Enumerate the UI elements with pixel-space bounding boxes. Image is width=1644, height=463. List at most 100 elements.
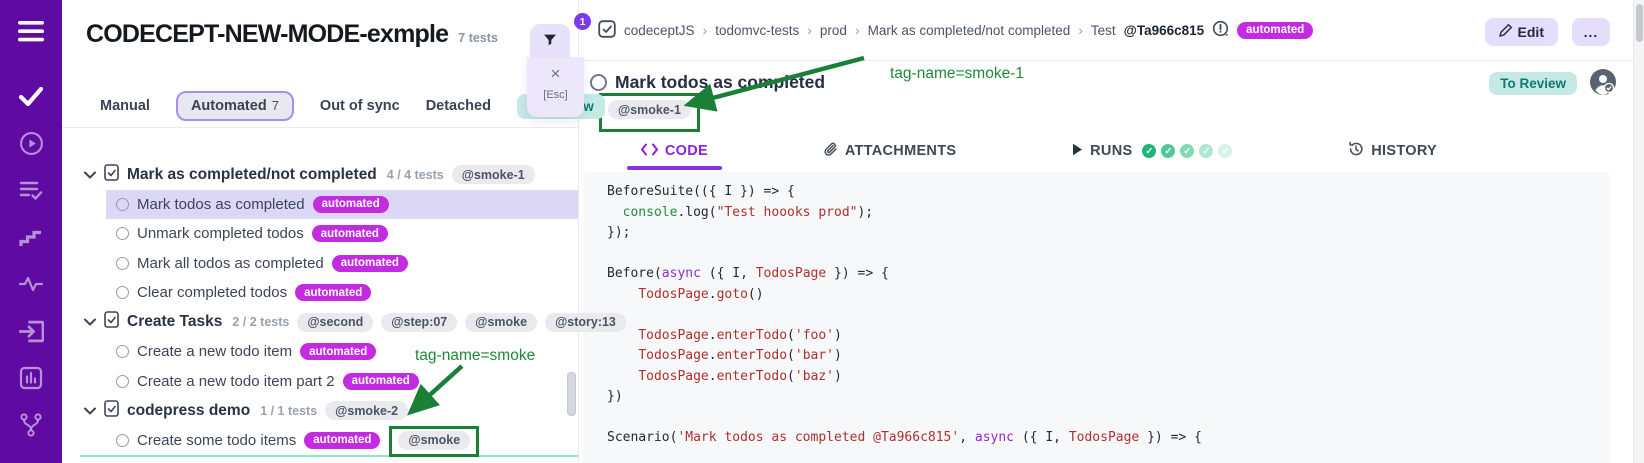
- suite-test-count: 4 / 4 tests: [387, 168, 444, 182]
- test-tags: @smoke-1: [608, 100, 691, 119]
- pulse-icon[interactable]: [16, 269, 46, 299]
- test-row[interactable]: Mark todos as completed automated: [106, 190, 578, 220]
- test-type-tabs: Manual Automated7 Out of sync Detached T…: [100, 88, 578, 124]
- test-title: Create some todo items: [137, 432, 296, 449]
- tag-badge[interactable]: @smoke: [398, 431, 470, 450]
- test-row[interactable]: Create some todo itemsautomated@smoke: [106, 426, 578, 456]
- breadcrumb-item[interactable]: codeceptJS: [624, 23, 695, 38]
- test-row[interactable]: Clear completed todosautomated: [106, 278, 578, 308]
- automated-badge: automated: [295, 284, 371, 301]
- tag-badge[interactable]: @smoke: [465, 313, 537, 332]
- tab-manual[interactable]: Manual: [100, 98, 150, 114]
- analytics-icon[interactable]: [16, 363, 46, 393]
- steps-icon[interactable]: [16, 222, 46, 252]
- suite-title: codepress demo: [127, 402, 250, 420]
- breadcrumb-item[interactable]: Test: [1091, 23, 1116, 38]
- test-circle-icon: [116, 345, 129, 358]
- tab-out-of-sync[interactable]: Out of sync: [320, 98, 400, 114]
- test-detail-panel: codeceptJS›todomvc-tests›prod›Mark as co…: [578, 0, 1644, 463]
- tag-smoke-1[interactable]: @smoke-1: [608, 100, 691, 119]
- code-line: TodosPage.goto(): [607, 285, 1610, 306]
- chevron-down-icon[interactable]: [84, 402, 96, 420]
- breadcrumb-item[interactable]: Mark as completed/not completed: [868, 23, 1071, 38]
- code-line: Before(async ({ I, TodosPage }) => {: [607, 264, 1610, 285]
- page-scrollbar-thumb[interactable]: [1636, 4, 1643, 42]
- code-token: });: [607, 225, 630, 240]
- test-status-circle-icon: [590, 74, 607, 91]
- code-token: ): [834, 328, 842, 343]
- edit-button[interactable]: Edit: [1485, 18, 1558, 46]
- assignee-avatar[interactable]: [1590, 69, 1616, 95]
- annotation-tag-name-smoke-1: tag-name=smoke-1: [890, 65, 1024, 83]
- tab-history[interactable]: HISTORY: [1348, 141, 1437, 161]
- code-line: TodosPage.enterTodo('foo'): [607, 326, 1610, 347]
- tab-attachments[interactable]: ATTACHMENTS: [824, 141, 957, 162]
- automated-badge: automated: [332, 255, 408, 272]
- code-token: console: [623, 205, 678, 220]
- code-line: [607, 305, 1610, 326]
- tests-check-icon[interactable]: [16, 81, 46, 111]
- project-header: CODECEPT-NEW-MODE-exmple7 tests: [62, 0, 578, 49]
- tab-detached[interactable]: Detached: [426, 98, 491, 114]
- tag-badge[interactable]: @smoke-1: [452, 165, 535, 184]
- tab-code[interactable]: CODE: [641, 143, 708, 160]
- sidebar: [0, 0, 62, 463]
- test-row[interactable]: Unmark completed todosautomated: [106, 219, 578, 249]
- code-line: BeforeSuite(({ I }) => {: [607, 182, 1610, 203]
- tag-badge[interactable]: @story:13: [545, 313, 626, 332]
- breadcrumb-separator: ›: [807, 22, 812, 38]
- tag-badge[interactable]: @step:07: [381, 313, 457, 332]
- more-actions-button[interactable]: ...: [1572, 18, 1610, 46]
- test-circle-icon: [116, 286, 129, 299]
- check-square-icon: [598, 20, 616, 41]
- tab-label: ATTACHMENTS: [845, 143, 957, 159]
- tab-automated[interactable]: Automated7: [176, 91, 294, 121]
- tag-badge[interactable]: @second: [297, 313, 373, 332]
- test-plans-icon[interactable]: [16, 175, 46, 205]
- run-status-dots: ✓✓✓✓✓: [1142, 144, 1232, 158]
- code-token: Before(: [607, 266, 662, 281]
- breadcrumb-item[interactable]: prod: [820, 23, 847, 38]
- test-row[interactable]: Create a new todo item part 2automated: [106, 367, 578, 397]
- page-scrollbar[interactable]: [1633, 0, 1644, 463]
- chevron-down-icon[interactable]: [84, 166, 96, 184]
- automated-badge: automated: [313, 196, 389, 213]
- breadcrumb-separator: ›: [855, 22, 860, 38]
- code-token: ): [834, 348, 842, 363]
- left-panel-scrollbar[interactable]: [567, 372, 576, 416]
- code-token: (: [787, 328, 795, 343]
- test-title: Create a new todo item part 2: [137, 373, 335, 390]
- detail-topbar: codeceptJS›todomvc-tests›prod›Mark as co…: [578, 0, 1644, 61]
- test-title: Mark todos as completed: [137, 196, 305, 213]
- history-clock-icon[interactable]: [1212, 20, 1229, 40]
- status-badge[interactable]: To Review: [1489, 72, 1577, 95]
- menu-icon[interactable]: [16, 16, 46, 46]
- run-passed-icon: ✓: [1218, 144, 1232, 158]
- chevron-down-icon[interactable]: [84, 313, 96, 331]
- suite-row[interactable]: codepress demo1 / 1 tests@smoke-2: [62, 396, 578, 426]
- filter-funnel-icon: [542, 32, 558, 51]
- breadcrumb-item[interactable]: todomvc-tests: [715, 23, 799, 38]
- code-token: Scenario(: [607, 430, 677, 445]
- test-title: Create a new todo item: [137, 343, 292, 360]
- branches-icon[interactable]: [16, 410, 46, 440]
- row-underline: [80, 455, 578, 457]
- suite-row[interactable]: Create Tasks2 / 2 tests@second@step:07@s…: [62, 308, 578, 338]
- close-icon[interactable]: ×: [551, 65, 561, 82]
- test-title-row: Mark todos as completed: [578, 60, 1644, 104]
- test-circle-icon: [116, 375, 129, 388]
- test-title: Mark todos as completed: [615, 72, 825, 93]
- tag-badge[interactable]: @smoke-2: [325, 401, 408, 420]
- code-token: (: [787, 348, 795, 363]
- test-row[interactable]: Mark all todos as completedautomated: [106, 249, 578, 279]
- code-token: (): [748, 287, 764, 302]
- runs-play-icon[interactable]: [16, 128, 46, 158]
- pull-requests-icon[interactable]: [16, 316, 46, 346]
- filter-button[interactable]: [530, 24, 570, 58]
- code-token: [607, 205, 623, 220]
- tab-runs[interactable]: RUNS✓✓✓✓✓: [1072, 143, 1232, 160]
- doc-check-icon: [104, 311, 119, 333]
- test-circle-icon: [116, 434, 129, 447]
- code-token: TodosPage: [638, 369, 708, 384]
- suite-row[interactable]: Mark as completed/not completed4 / 4 tes…: [62, 160, 578, 190]
